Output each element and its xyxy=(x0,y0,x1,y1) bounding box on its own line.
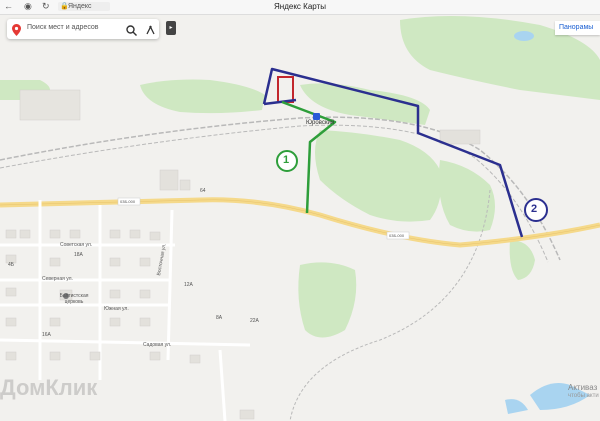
building xyxy=(189,354,201,364)
building xyxy=(49,317,61,327)
building xyxy=(49,257,61,267)
marker-1-label: 1 xyxy=(283,154,290,166)
house-number: 16А xyxy=(42,332,51,338)
map-pin-icon xyxy=(12,23,21,41)
street-label-sadovaya: Садовая ул. xyxy=(143,342,172,348)
building xyxy=(139,257,151,267)
building xyxy=(69,229,81,239)
page-title: Яндекс Карты xyxy=(274,2,326,11)
building xyxy=(5,229,17,239)
building xyxy=(49,351,61,361)
house-number: 12А xyxy=(184,282,193,288)
collapse-panel-button[interactable]: ▸ xyxy=(166,21,176,35)
search-icon[interactable] xyxy=(126,23,137,41)
building xyxy=(109,257,121,267)
panorama-button[interactable]: Панорамы xyxy=(555,21,600,35)
building xyxy=(129,229,141,239)
house-number: 4Б xyxy=(8,262,15,268)
search-box[interactable]: Поиск мест и адресов xyxy=(7,19,159,39)
building xyxy=(149,231,161,241)
road-badge-label: 03Б-000 xyxy=(120,199,136,204)
house-number: 22А xyxy=(250,318,259,324)
station-label: Юровский xyxy=(306,120,335,126)
building xyxy=(109,289,121,299)
building xyxy=(89,351,101,361)
street-label-yuzhnaya: Южная ул. xyxy=(104,306,129,312)
building xyxy=(149,351,161,361)
street-label-sovetskaya: Советская ул. xyxy=(60,242,93,248)
street-label-severnaya: Северная ул. xyxy=(42,276,73,282)
activation-label: Активаз xyxy=(568,383,598,392)
building xyxy=(139,289,151,299)
marker-2-label: 2 xyxy=(531,203,538,215)
building xyxy=(109,229,121,239)
church-label: Баптистская церковь xyxy=(59,293,89,305)
road-badge-label: 03Б-000 xyxy=(389,233,405,238)
building xyxy=(19,229,31,239)
building xyxy=(5,317,17,327)
building xyxy=(109,317,121,327)
building xyxy=(139,317,151,327)
building xyxy=(179,179,191,191)
building xyxy=(439,129,481,145)
house-number: 64 xyxy=(200,188,206,194)
activation-sub-label: чтобы акти xyxy=(568,393,599,399)
building xyxy=(5,351,17,361)
search-input[interactable]: Поиск мест и адресов xyxy=(27,24,99,31)
house-number: 18А xyxy=(74,252,83,258)
water-body xyxy=(514,31,534,41)
building xyxy=(49,229,61,239)
building xyxy=(159,169,179,191)
building xyxy=(5,287,17,297)
watermark: ДомКлик xyxy=(0,375,98,400)
building xyxy=(19,89,81,121)
building xyxy=(239,409,255,420)
station-icon xyxy=(313,113,320,120)
house-number: 8А xyxy=(216,315,223,321)
route-icon[interactable] xyxy=(145,23,156,41)
browser-toolbar: ← ◉ ↻ 🔒 Яндекс Яндекс Карты xyxy=(0,0,600,15)
map-canvas[interactable] xyxy=(0,15,600,421)
